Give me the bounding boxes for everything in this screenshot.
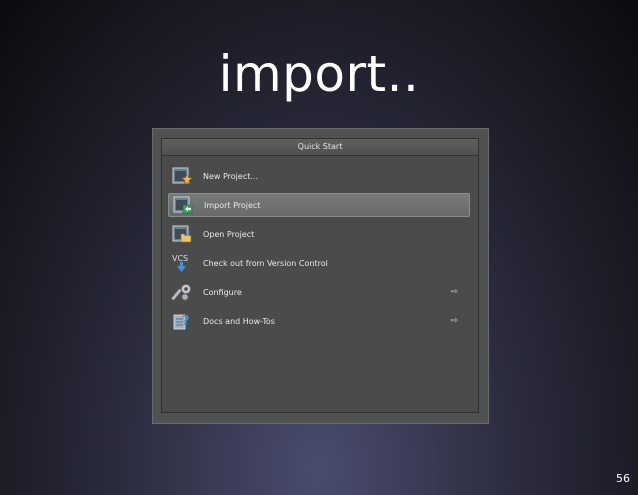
configure-label: Configure	[203, 287, 242, 297]
open-project-item[interactable]: Open Project	[168, 222, 470, 246]
configure-icon	[171, 281, 193, 303]
new-project-label: New Project...	[203, 171, 258, 181]
configure-item[interactable]: Configure ⇨	[168, 280, 470, 304]
docs-submenu-arrow-icon: ⇨	[450, 316, 458, 326]
slide-title: import..	[218, 45, 420, 103]
quick-start-header: Quick Start	[162, 139, 478, 156]
docs-item[interactable]: ? Docs and How-Tos ⇨	[168, 309, 470, 333]
configure-submenu-arrow-icon: ⇨	[450, 287, 458, 297]
import-project-icon	[172, 194, 194, 216]
new-project-item[interactable]: New Project...	[168, 164, 470, 188]
docs-icon: ?	[171, 310, 193, 332]
open-project-icon	[171, 223, 193, 245]
vcs-icon: VCS	[171, 252, 193, 274]
docs-label: Docs and How-Tos	[203, 316, 275, 326]
vcs-checkout-item[interactable]: VCS Check out from Version Control	[168, 251, 470, 275]
page-number: 56	[616, 472, 630, 485]
quick-start-list: Quick Start New Project... Import Projec…	[161, 138, 479, 413]
new-project-icon	[171, 165, 193, 187]
vcs-checkout-label: Check out from Version Control	[203, 258, 328, 268]
import-project-item[interactable]: Import Project	[168, 193, 470, 217]
svg-text:?: ?	[182, 314, 190, 329]
quick-start-panel: Quick Start New Project... Import Projec…	[152, 128, 489, 424]
import-project-label: Import Project	[204, 200, 261, 210]
svg-text:VCS: VCS	[172, 254, 188, 263]
open-project-label: Open Project	[203, 229, 255, 239]
